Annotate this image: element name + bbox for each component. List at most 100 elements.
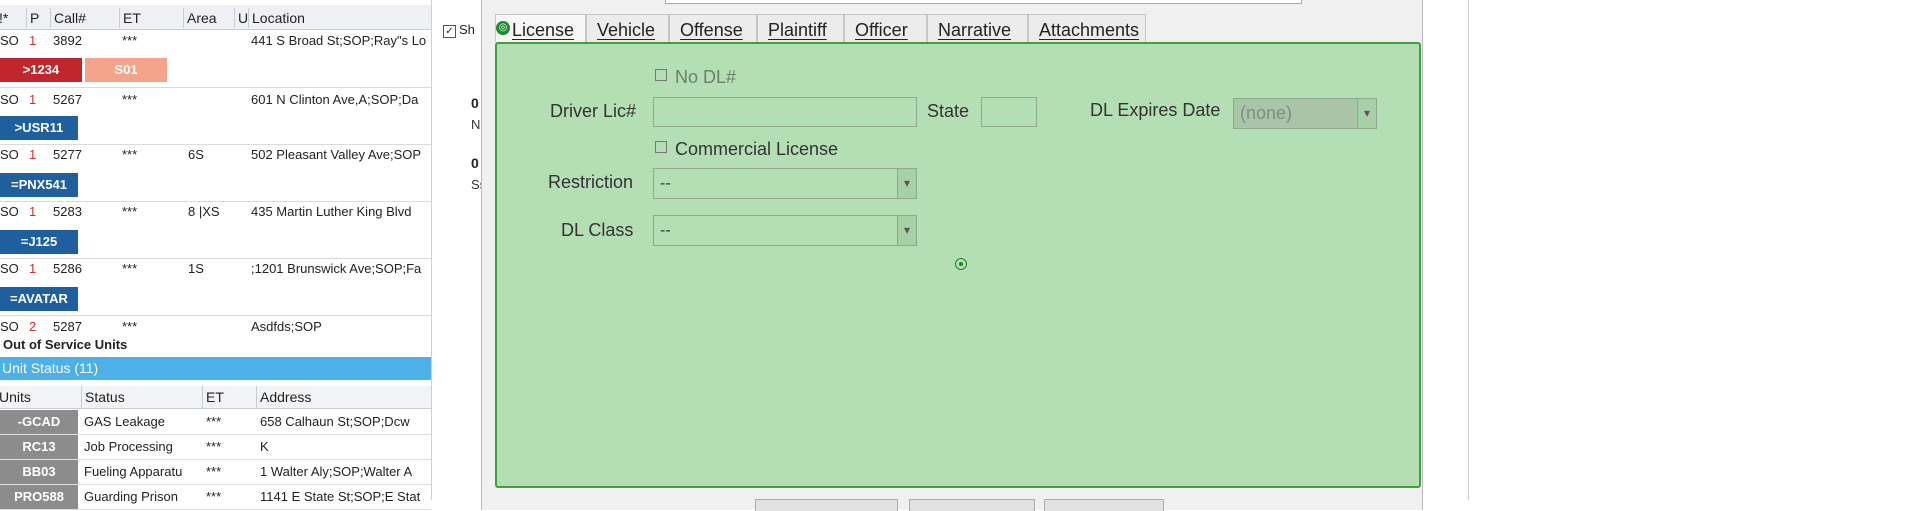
unit-tag[interactable]: =PNX541 <box>0 173 78 197</box>
call-area: 1S <box>188 261 204 276</box>
table-row[interactable]: SO 1 5267 *** 601 N Clinton Ave,A;SOP;Da <box>0 89 431 111</box>
unit-tag[interactable]: =J125 <box>0 230 78 254</box>
table-row[interactable]: SO 2 5287 *** Asdfds;SOP <box>0 316 431 338</box>
tab-attachments[interactable]: Attachments <box>1028 14 1146 42</box>
col-header-source[interactable]: !* <box>0 8 8 28</box>
unit-status-bar[interactable]: Unit Status (11) <box>0 357 431 380</box>
col-header-priority[interactable]: P <box>26 8 39 28</box>
dl-class-value: -- <box>660 222 671 239</box>
background-divider <box>1468 0 1469 500</box>
crosshair-icon <box>955 258 967 270</box>
dl-class-label: DL Class <box>561 220 634 240</box>
call-source: SO <box>0 261 19 276</box>
col-header-et[interactable]: ET <box>119 8 141 28</box>
call-et: *** <box>122 319 138 334</box>
call-priority: 2 <box>29 319 37 334</box>
dl-class-select[interactable]: -- ▾ <box>653 215 917 246</box>
call-priority: 1 <box>29 92 37 107</box>
no-dl-checkbox[interactable]: No DL# <box>655 67 736 88</box>
unit-address: K <box>260 439 269 454</box>
commercial-license-checkbox[interactable]: Commercial License <box>655 139 838 160</box>
chevron-down-icon[interactable]: ▾ <box>1357 99 1376 128</box>
col-header-status[interactable]: Status <box>81 386 125 408</box>
tab-offense[interactable]: Offense <box>669 14 757 42</box>
checkmark-icon: ✓ <box>443 25 456 38</box>
restriction-label: Restriction <box>548 172 634 192</box>
tab-vehicle[interactable]: Vehicle <box>586 14 669 42</box>
unit-name: PRO588 <box>0 485 78 509</box>
tab-officer[interactable]: Officer <box>844 14 927 42</box>
restriction-value: -- <box>660 175 671 192</box>
dl-expires-value: (none) <box>1240 103 1293 123</box>
unit-et: *** <box>206 464 222 479</box>
call-number: 5267 <box>53 92 82 107</box>
background-item-title: 0 <box>471 95 479 111</box>
call-priority: 1 <box>29 147 37 162</box>
call-location: 601 N Clinton Ave,A;SOP;Da <box>251 92 419 107</box>
table-row[interactable]: RC13 Job Processing *** K <box>0 435 431 460</box>
call-source: SO <box>0 33 19 48</box>
unit-et: *** <box>206 489 222 504</box>
table-row[interactable]: PRO588 Guarding Prison *** 1141 E State … <box>0 485 431 510</box>
call-number: 5286 <box>53 261 82 276</box>
col-header-unit[interactable]: U <box>234 8 248 28</box>
table-row[interactable]: -GCAD GAS Leakage *** 658 Calhaun St;SOP… <box>0 410 431 435</box>
dl-expires-select[interactable]: (none) ▾ <box>1233 98 1377 129</box>
top-input-field[interactable] <box>665 0 1302 4</box>
unit-name: -GCAD <box>0 410 78 434</box>
table-row[interactable]: SO 1 5283 *** 8 |XS 435 Martin Luther Ki… <box>0 201 431 223</box>
call-priority: 1 <box>29 204 37 219</box>
table-row[interactable]: SO 1 5277 *** 6S 502 Pleasant Valley Ave… <box>0 144 431 166</box>
background-item-text: N <box>471 117 481 132</box>
units-table-header: Units Status ET Address <box>0 386 431 409</box>
table-row[interactable]: BB03 Fueling Apparatu *** 1 Walter Aly;S… <box>0 460 431 485</box>
dialog-button[interactable] <box>909 499 1035 511</box>
row-divider <box>0 87 431 88</box>
unit-status: Guarding Prison <box>84 489 178 504</box>
unit-tag[interactable]: =AVATAR <box>0 287 78 311</box>
call-source: SO <box>0 319 19 334</box>
background-item-title: 0 <box>471 155 479 171</box>
call-priority: 1 <box>29 261 37 276</box>
unit-tag[interactable]: S01 <box>85 58 167 82</box>
call-source: SO <box>0 147 19 162</box>
unit-name: RC13 <box>0 435 78 459</box>
call-source: SO <box>0 204 19 219</box>
tab-plaintiff[interactable]: Plaintiff <box>757 14 844 42</box>
target-icon: ◎ <box>496 21 510 35</box>
tab-narrative[interactable]: Narrative <box>927 14 1028 42</box>
state-field[interactable] <box>981 97 1037 127</box>
driver-lic-field[interactable] <box>653 97 917 127</box>
unit-name: BB03 <box>0 460 78 484</box>
unit-et: *** <box>206 439 222 454</box>
col-header-units[interactable]: Units <box>0 386 31 408</box>
call-et: *** <box>122 204 138 219</box>
call-list-panel: !* P Call# ET Area U Location SO 1 3892 … <box>0 0 431 510</box>
call-number: 5287 <box>53 319 82 334</box>
call-et: *** <box>122 147 138 162</box>
chevron-down-icon[interactable]: ▾ <box>897 169 916 198</box>
driver-lic-label: Driver Lic# <box>550 101 637 121</box>
dialog-button[interactable] <box>755 499 898 511</box>
call-area: 8 |XS <box>188 204 220 219</box>
dialog-button[interactable] <box>1044 499 1164 511</box>
col-header-et[interactable]: ET <box>202 386 224 408</box>
unit-tag[interactable]: >1234 <box>0 58 82 82</box>
table-row[interactable]: SO 1 3892 *** 441 S Broad St;SOP;Ray"s L… <box>0 30 431 52</box>
call-priority: 1 <box>29 33 37 48</box>
call-number: 3892 <box>53 33 82 48</box>
col-header-location[interactable]: Location <box>248 8 305 28</box>
background-checkbox[interactable]: ✓ Sh <box>443 22 475 38</box>
table-row[interactable]: SO 1 5286 *** 1S ;1201 Brunswick Ave;SOP… <box>0 258 431 280</box>
commercial-license-label: Commercial License <box>675 139 839 159</box>
unit-tag[interactable]: >USR11 <box>0 116 78 140</box>
col-header-address[interactable]: Address <box>256 386 311 408</box>
unit-status: Job Processing <box>84 439 173 454</box>
out-of-service-heading[interactable]: Out of Service Units <box>0 336 431 354</box>
unit-et: *** <box>206 414 222 429</box>
restriction-select[interactable]: -- ▾ <box>653 168 917 199</box>
col-header-call-number[interactable]: Call# <box>50 8 86 28</box>
checkbox-box-icon <box>655 141 667 153</box>
col-header-area[interactable]: Area <box>183 8 217 28</box>
chevron-down-icon[interactable]: ▾ <box>897 216 916 245</box>
